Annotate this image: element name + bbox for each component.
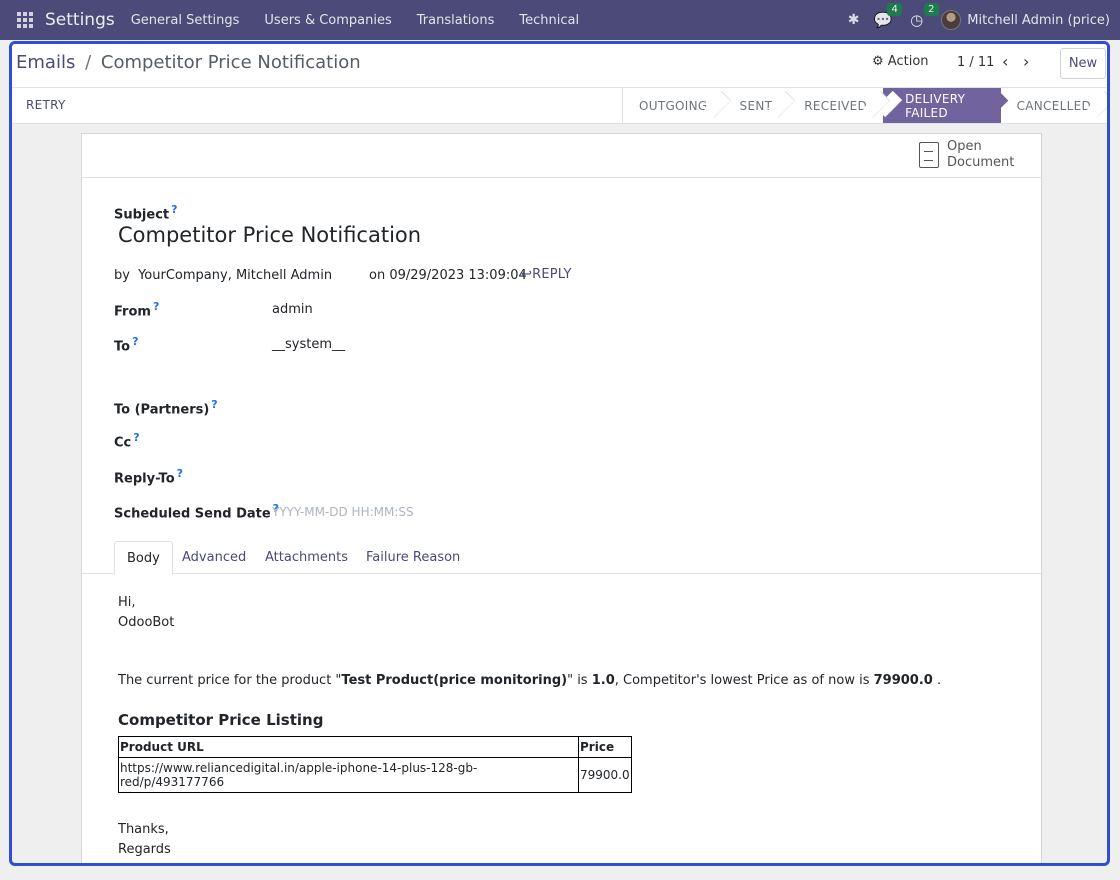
messages-count-badge: 4: [887, 3, 902, 16]
debug-bug-icon[interactable]: ✱: [848, 12, 860, 28]
menu-technical[interactable]: Technical: [519, 13, 579, 28]
column-header-product-url: Product URL: [118, 736, 579, 758]
product-name: Test Product(price monitoring): [341, 673, 568, 688]
tab-advanced[interactable]: Advanced: [170, 541, 258, 574]
from-label: From?: [114, 300, 160, 320]
pager-previous-icon[interactable]: ‹: [1002, 52, 1008, 71]
reply-button[interactable]: ↩REPLY: [521, 267, 572, 282]
help-tooltip-icon[interactable]: ?: [211, 398, 217, 411]
breadcrumb-emails-link[interactable]: Emails: [16, 52, 75, 73]
stage-delivery-failed[interactable]: DELIVERY FAILED: [883, 88, 1001, 123]
tab-failure-reason[interactable]: Failure Reason: [354, 541, 472, 574]
button-box: Open Document: [82, 134, 1041, 178]
form-view-frame: Emails / Competitor Price Notification ⚙…: [9, 41, 1110, 866]
main-navbar: Settings General Settings Users & Compan…: [0, 0, 1120, 40]
messages-icon[interactable]: 💬 4: [873, 3, 902, 29]
pager-next-icon[interactable]: ›: [1023, 52, 1029, 71]
current-price: 1.0: [591, 673, 615, 688]
top-menu: General Settings Users & Companies Trans…: [131, 13, 604, 28]
control-panel: Emails / Competitor Price Notification ⚙…: [12, 44, 1107, 88]
help-tooltip-icon[interactable]: ?: [177, 467, 183, 480]
form-statusbar: RETRY OUTGOING SENT RECEIVED DELIVERY FA…: [12, 88, 1107, 124]
body-closing-thanks: Thanks,: [118, 822, 169, 837]
gear-icon: ⚙: [872, 54, 884, 69]
price-cell: 79900.0: [578, 757, 632, 793]
activities-count-badge: 2: [924, 3, 939, 16]
document-icon: [919, 142, 939, 168]
stage-received[interactable]: RECEIVED: [788, 88, 883, 123]
app-brand[interactable]: Settings: [45, 10, 115, 30]
from-field[interactable]: admin: [272, 302, 313, 317]
column-header-price: Price: [578, 736, 632, 758]
sent-date: on 09/29/2023 13:09:04: [369, 268, 527, 283]
lowest-price: 79900.0: [873, 673, 933, 688]
stage-outgoing[interactable]: OUTGOING: [623, 88, 724, 123]
body-greeting: Hi,: [118, 595, 136, 610]
new-record-button[interactable]: New: [1060, 48, 1106, 79]
breadcrumb-separator: /: [85, 52, 92, 73]
open-document-label: Open Document: [947, 139, 1015, 170]
to-field[interactable]: __system__: [272, 337, 345, 352]
menu-general-settings[interactable]: General Settings: [131, 13, 240, 28]
body-sender: OdooBot: [118, 615, 175, 630]
stage-cancelled[interactable]: CANCELLED: [1001, 88, 1107, 123]
open-document-button[interactable]: Open Document: [919, 139, 1017, 171]
activities-clock-icon[interactable]: ◷ 2: [910, 3, 939, 29]
breadcrumb: Emails / Competitor Price Notification: [16, 52, 361, 73]
table-row: https://www.reliancedigital.in/apple-iph…: [118, 757, 632, 793]
by-prefix: by: [114, 268, 130, 283]
menu-translations[interactable]: Translations: [417, 13, 495, 28]
action-label: Action: [887, 54, 929, 69]
user-menu-name[interactable]: Mitchell Admin (price): [967, 13, 1110, 28]
navbar-systray: ✱ 💬 4 ◷ 2 Mitchell Admin (price): [848, 0, 1110, 40]
stage-sent[interactable]: SENT: [724, 88, 789, 123]
author-line: by YourCompany, Mitchell Admin: [114, 268, 332, 283]
help-tooltip-icon[interactable]: ?: [133, 431, 139, 444]
breadcrumb-current: Competitor Price Notification: [100, 52, 361, 73]
tab-attachments[interactable]: Attachments: [253, 541, 360, 574]
user-avatar[interactable]: [941, 10, 962, 30]
subject-label: Subject?: [114, 203, 178, 223]
author-value[interactable]: YourCompany, Mitchell Admin: [138, 268, 332, 283]
reply-arrow-icon: ↩: [521, 267, 533, 282]
reply-to-label: Reply-To?: [114, 467, 184, 487]
form-sheet: Open Document Subject? Competitor Price …: [81, 133, 1042, 863]
tab-body[interactable]: Body: [114, 541, 173, 575]
status-stages: OUTGOING SENT RECEIVED DELIVERY FAILED C…: [622, 88, 1107, 123]
help-tooltip-icon[interactable]: ?: [171, 203, 177, 216]
menu-users-companies[interactable]: Users & Companies: [264, 13, 391, 28]
body-closing-regards: Regards: [118, 842, 171, 857]
help-tooltip-icon[interactable]: ?: [153, 300, 159, 313]
action-menu-button[interactable]: ⚙ Action: [872, 54, 929, 69]
cc-label: Cc?: [114, 431, 140, 451]
to-label: To?: [114, 335, 139, 355]
competitor-listing-title: Competitor Price Listing: [118, 711, 324, 729]
body-price-message: The current price for the product "Test …: [118, 673, 942, 688]
pager-value[interactable]: 1 / 11: [957, 55, 994, 70]
help-tooltip-icon[interactable]: ?: [132, 335, 138, 348]
to-partners-label: To (Partners)?: [114, 398, 218, 418]
scheduled-date-label: Scheduled Send Date?: [114, 502, 280, 522]
product-url-cell: https://www.reliancedigital.in/apple-iph…: [118, 757, 579, 793]
subject-field[interactable]: Competitor Price Notification: [118, 223, 421, 247]
scheduled-date-input[interactable]: YYYY-MM-DD HH:MM:SS: [272, 505, 414, 519]
retry-button[interactable]: RETRY: [26, 98, 66, 112]
apps-menu-icon[interactable]: [17, 12, 33, 28]
notebook-tabs: Body Advanced Attachments Failure Reason: [82, 541, 1041, 575]
competitor-price-table: Product URL Price https://www.reliancedi…: [118, 736, 632, 793]
